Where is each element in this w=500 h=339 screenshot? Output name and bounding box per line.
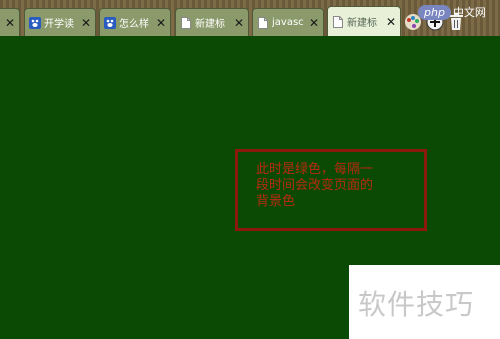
tab-1-title: 开学读	[44, 19, 74, 30]
close-icon[interactable]: ✕	[5, 17, 15, 29]
note-line-2: 段时间会改变页面的	[256, 178, 374, 193]
php-logo-mark: php	[418, 4, 451, 20]
close-icon[interactable]: ✕	[81, 17, 91, 29]
tab-1[interactable]: 开学读 ✕	[24, 8, 96, 36]
document-icon	[332, 15, 344, 28]
note-box: 此时是绿色，每隔一 段时间会改变页面的 背景色	[235, 149, 427, 231]
paw-icon	[104, 16, 116, 29]
php-logo-text: 中文网	[452, 6, 486, 19]
tab-5-active[interactable]: 新建标 ✕	[327, 6, 401, 36]
close-icon[interactable]: ✕	[386, 16, 396, 28]
watermark: 软件技巧	[358, 288, 475, 321]
close-icon[interactable]: ✕	[234, 17, 244, 29]
tab-2[interactable]: 怎么样 ✕	[99, 8, 171, 36]
close-icon[interactable]: ✕	[156, 17, 166, 29]
paw-icon	[29, 16, 41, 29]
tab-4[interactable]: javasc ✕	[252, 8, 324, 36]
document-icon	[257, 16, 269, 29]
note-line-3: 背景色	[256, 194, 296, 209]
close-icon[interactable]: ✕	[309, 17, 319, 29]
tab-4-title: javasc	[272, 17, 304, 28]
document-icon	[180, 16, 192, 29]
php-logo: php 中文网	[418, 4, 486, 20]
note-line-1: 此时是绿色，每隔一	[256, 162, 374, 177]
tab-5-title: 新建标	[347, 18, 377, 29]
tab-2-title: 怎么样	[119, 19, 149, 30]
tab-0[interactable]: ✕	[0, 8, 20, 36]
tab-3-title: 新建标	[195, 19, 225, 30]
tab-3[interactable]: 新建标 ✕	[175, 8, 249, 36]
